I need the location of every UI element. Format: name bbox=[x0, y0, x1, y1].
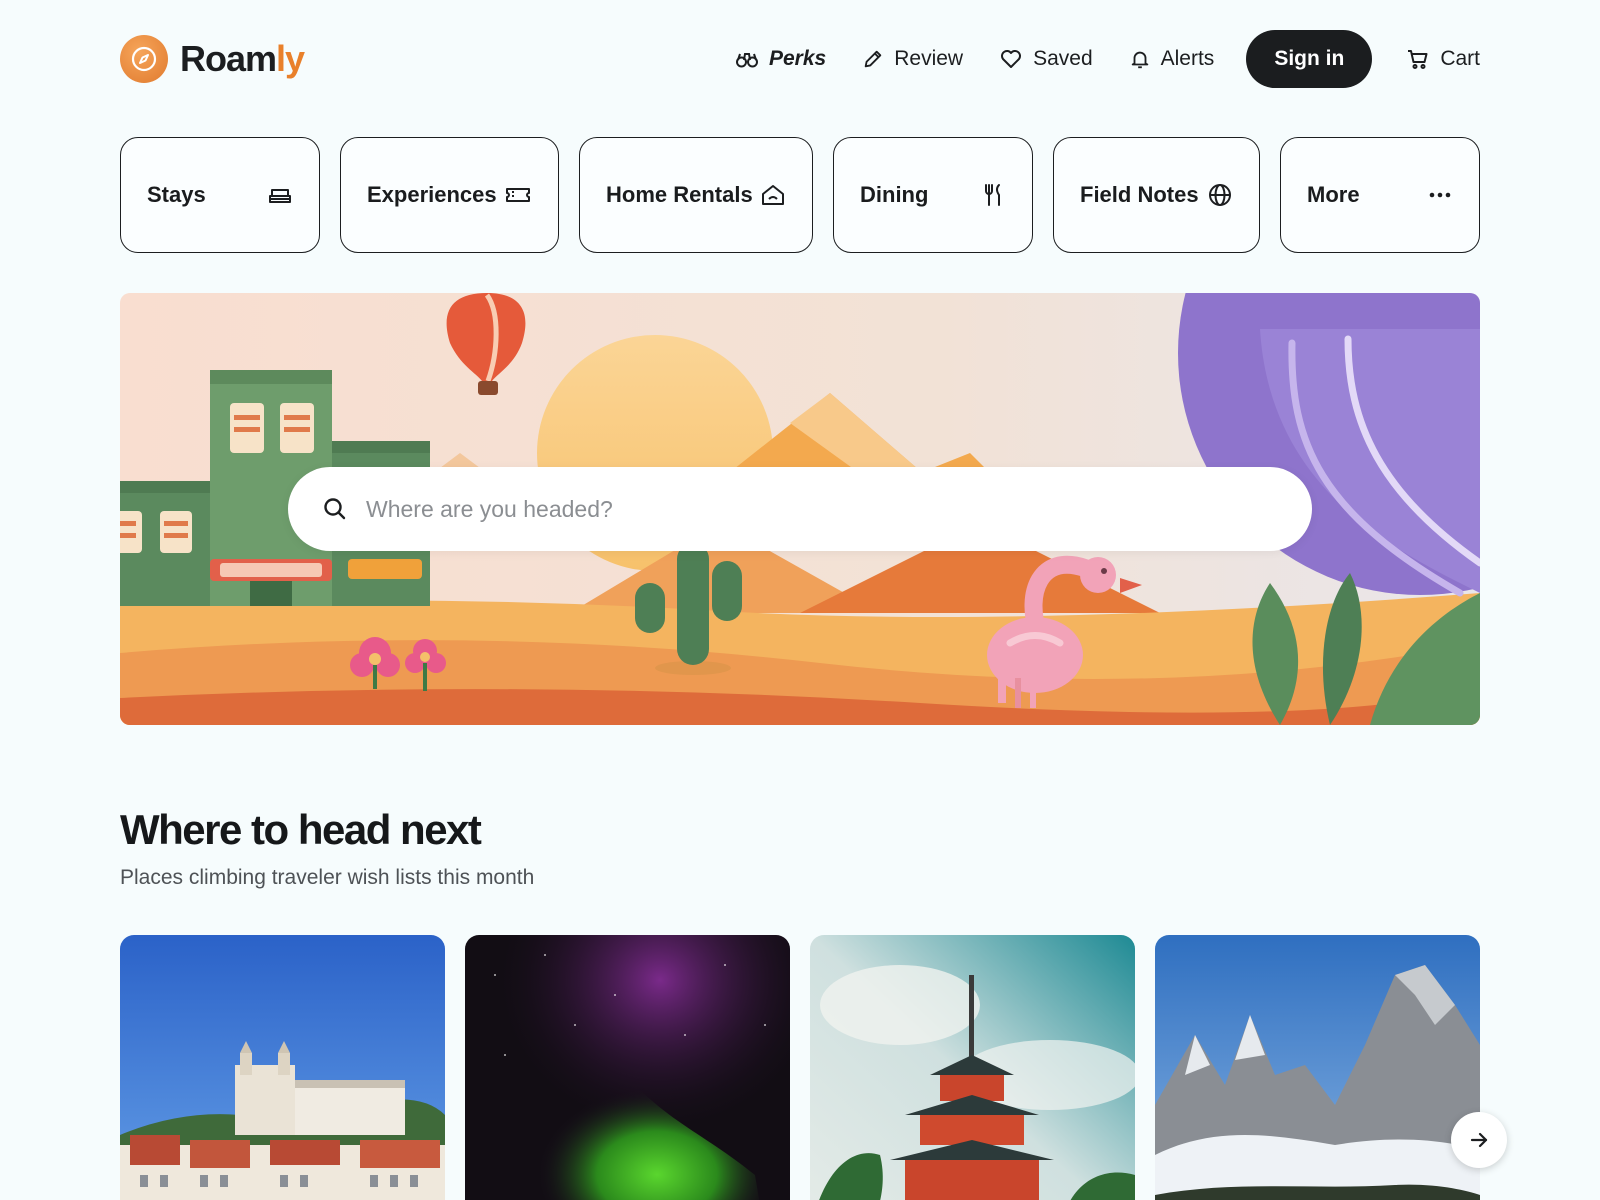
aurora-photo bbox=[465, 935, 790, 1200]
nav-review-label: Review bbox=[894, 47, 964, 70]
pagoda-photo bbox=[810, 935, 1135, 1200]
mountain-peaks-photo bbox=[1155, 935, 1480, 1200]
nav-cart[interactable]: Cart bbox=[1406, 47, 1480, 71]
arrow-right-icon bbox=[1470, 1132, 1488, 1148]
destination-card[interactable] bbox=[120, 935, 445, 1200]
bed-icon bbox=[269, 189, 291, 203]
compass-icon bbox=[120, 35, 168, 83]
category-dining[interactable]: Dining bbox=[833, 137, 1033, 253]
nav-perks[interactable]: Perks bbox=[735, 47, 826, 71]
utensils-icon bbox=[985, 184, 1000, 206]
home-icon bbox=[762, 185, 784, 205]
nav-alerts[interactable]: Alerts bbox=[1129, 47, 1215, 71]
nav-perks-label: Perks bbox=[769, 47, 827, 70]
destination-card[interactable] bbox=[465, 935, 790, 1200]
destination-carousel bbox=[120, 935, 1480, 1200]
nav-saved-label: Saved bbox=[1033, 47, 1093, 70]
search-icon bbox=[324, 498, 346, 520]
category-field-notes-label: Field Notes bbox=[1080, 182, 1199, 207]
destination-card[interactable] bbox=[1155, 935, 1480, 1200]
carousel-next-button[interactable] bbox=[1451, 1112, 1507, 1168]
nav-cart-label: Cart bbox=[1440, 47, 1480, 70]
category-stays[interactable]: Stays bbox=[120, 137, 320, 253]
search-input[interactable] bbox=[366, 495, 1266, 523]
category-experiences[interactable]: Experiences bbox=[340, 137, 559, 253]
category-dining-label: Dining bbox=[860, 182, 929, 207]
category-more[interactable]: More bbox=[1280, 137, 1480, 253]
search-bar[interactable] bbox=[288, 467, 1312, 551]
cart-icon bbox=[1408, 50, 1428, 69]
more-dots-icon bbox=[1429, 192, 1451, 198]
heart-icon bbox=[1001, 50, 1022, 68]
brand-logo[interactable]: Roamly bbox=[120, 35, 305, 83]
category-home-rentals[interactable]: Home Rentals bbox=[579, 137, 813, 253]
category-experiences-label: Experiences bbox=[367, 182, 497, 207]
category-field-notes[interactable]: Field Notes bbox=[1053, 137, 1260, 253]
binoculars-icon bbox=[736, 53, 758, 68]
pencil-icon bbox=[864, 50, 882, 68]
category-bar: Stays Experiences Home Rentals Dining Fi… bbox=[120, 137, 1480, 253]
nav-alerts-label: Alerts bbox=[1160, 47, 1215, 70]
city-hillside-photo bbox=[120, 935, 445, 1200]
globe-icon bbox=[1209, 184, 1231, 206]
brand-name: Roamly bbox=[180, 38, 305, 79]
hero-banner bbox=[120, 293, 1480, 725]
ticket-icon bbox=[506, 188, 530, 202]
section-title: Where to head next bbox=[120, 806, 482, 853]
category-stays-label: Stays bbox=[147, 182, 206, 207]
main-nav: Perks Review Saved Alerts Sign in Cart bbox=[699, 30, 1480, 88]
site-header: Roamly Perks Review Saved Alerts Sign in… bbox=[120, 30, 1480, 88]
bell-icon bbox=[1131, 51, 1148, 69]
category-more-label: More bbox=[1307, 182, 1360, 207]
nav-review[interactable]: Review bbox=[862, 47, 963, 71]
category-home-rentals-label: Home Rentals bbox=[606, 182, 753, 207]
nav-saved[interactable]: Saved bbox=[999, 47, 1093, 71]
destination-card[interactable] bbox=[810, 935, 1135, 1200]
sign-in-button[interactable]: Sign in bbox=[1246, 30, 1373, 88]
section-subtitle: Places climbing traveler wish lists this… bbox=[120, 866, 535, 889]
